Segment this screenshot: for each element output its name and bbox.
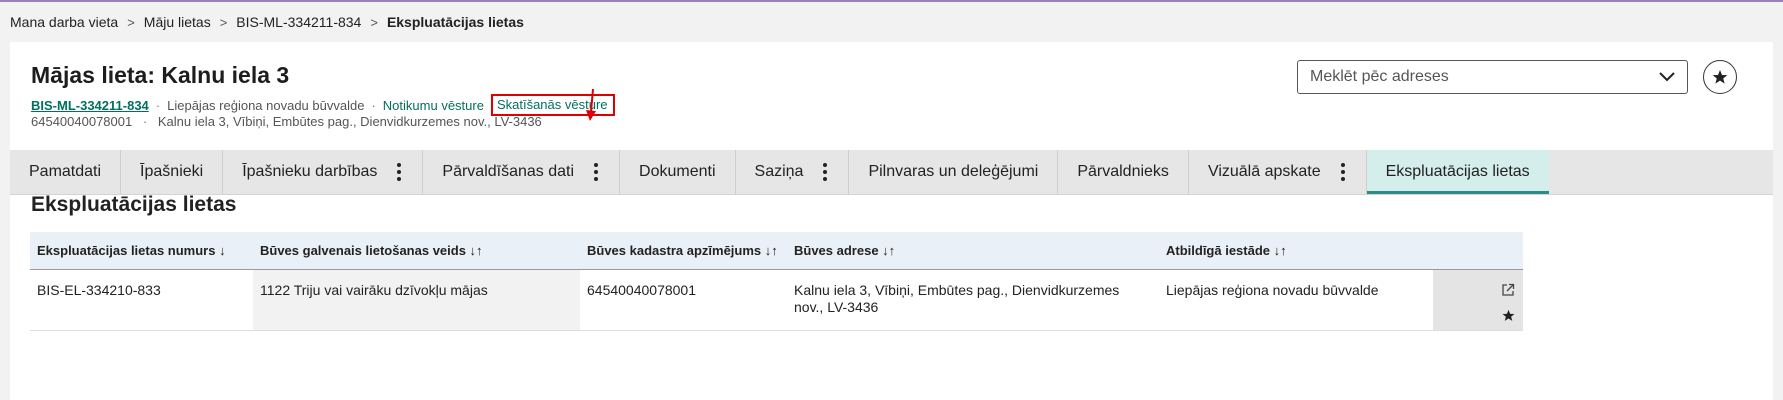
breadcrumb-item-case[interactable]: BIS-ML-334211-834 [236, 14, 361, 30]
case-meta-line: BIS-ML-334211-834 · Liepājas reģiona nov… [31, 94, 615, 116]
star-icon [1712, 70, 1728, 84]
event-history-link[interactable]: Notikumu vēsture [383, 98, 484, 113]
tab-parvaldnieks[interactable]: Pārvaldnieks [1058, 150, 1189, 194]
separator-dot: · [371, 97, 376, 113]
case-number-link[interactable]: BIS-ML-334211-834 [31, 98, 149, 113]
breadcrumb-item-workplace[interactable]: Mana darba vieta [10, 14, 118, 30]
chevron-right-icon: > [127, 14, 135, 30]
section-title: Ekspluatācijas lietas [31, 193, 237, 216]
address-text: Kalnu iela 3, Vībiņi, Embūtes pag., Dien… [157, 114, 542, 129]
cell-cadastre: 64540040078001 [587, 282, 697, 298]
column-header-usage-type[interactable]: Būves galvenais lietošanas veids ↓↑ [253, 243, 580, 258]
favorite-button[interactable] [1703, 60, 1737, 94]
tab-sazina[interactable]: Saziņa [736, 150, 850, 194]
breadcrumb-item-current: Ekspluatācijas lietas [386, 14, 524, 30]
tab-pilnvaras[interactable]: Pilnvaras un deleģējumi [849, 150, 1059, 194]
external-link-icon[interactable] [1501, 283, 1515, 297]
more-vertical-icon[interactable] [1339, 163, 1347, 181]
cadastre-number: 64540040078001 [31, 114, 133, 129]
more-vertical-icon[interactable] [821, 163, 829, 181]
tab-label: Īpašnieki [140, 163, 204, 180]
tab-ekspluatacijas-lietas[interactable]: Ekspluatācijas lietas [1366, 150, 1549, 194]
cell-usage-type: 1122 Triju vai vairāku dzīvokļu mājas [253, 270, 580, 330]
tab-label: Saziņa [754, 163, 804, 180]
breadcrumb: Mana darba vieta > Māju lietas > BIS-ML-… [10, 13, 524, 31]
tab-pamatdati[interactable]: Pamatdati [10, 150, 122, 194]
column-header-case-number[interactable]: Ekspluatācijas lietas numurs ↓ [30, 243, 253, 258]
tab-label: Pārvaldīšanas dati [442, 163, 575, 180]
top-accent-line [0, 0, 1783, 2]
column-header-cadastre[interactable]: Būves kadastra apzīmējums ↓↑ [580, 243, 787, 258]
chevron-right-icon: > [219, 14, 228, 30]
breadcrumb-item-house-cases[interactable]: Māju lietas [144, 14, 211, 30]
tab-parvaldisanas-dati[interactable]: Pārvaldīšanas dati [423, 150, 621, 194]
annotation-arrow-icon [586, 88, 596, 121]
cell-case-number: BIS-EL-334210-833 [37, 282, 161, 298]
tab-label: Dokumenti [639, 163, 716, 180]
authority-text: Liepājas reģiona novadu būvvalde [167, 97, 365, 113]
tab-label: Īpašnieku darbības [242, 163, 378, 180]
tab-ipasnieki[interactable]: Īpašnieki [121, 150, 224, 194]
column-header-authority[interactable]: Atbildīgā iestāde ↓↑ [1159, 243, 1433, 258]
tab-bar: Pamatdati Īpašnieki Īpašnieku darbības P… [10, 150, 1773, 195]
address-line: 64540040078001 · Kalnu iela 3, Vībiņi, E… [31, 114, 542, 129]
tab-label: Ekspluatācijas lietas [1385, 163, 1530, 180]
tab-vizuala-apskate[interactable]: Vizuālā apskate [1189, 150, 1367, 194]
more-vertical-icon[interactable] [395, 163, 403, 181]
cell-authority: Liepājas reģiona novadu būvvalde [1166, 282, 1379, 298]
more-vertical-icon[interactable] [592, 163, 600, 181]
chevron-right-icon: > [370, 14, 378, 30]
table-row[interactable]: BIS-EL-334210-833 1122 Triju vai vairāku… [30, 270, 1523, 331]
table-header: Ekspluatācijas lietas numurs ↓ Būves gal… [30, 232, 1523, 270]
cell-address: Kalnu iela 3, Vībiņi, Embūtes pag., Dien… [794, 282, 1120, 315]
star-icon[interactable] [1502, 309, 1515, 322]
tab-label: Pamatdati [29, 163, 102, 180]
tab-label: Vizuālā apskate [1207, 163, 1321, 180]
row-actions [1433, 270, 1523, 330]
main-card: Mājas lieta: Kalnu iela 3 BIS-ML-334211-… [10, 42, 1773, 400]
column-header-address[interactable]: Būves adrese ↓↑ [787, 243, 1159, 258]
search-input[interactable] [1310, 68, 1659, 86]
tab-ipasnieku-darbibas[interactable]: Īpašnieku darbības [223, 150, 424, 194]
chevron-down-icon[interactable] [1659, 72, 1675, 82]
tab-dokumenti[interactable]: Dokumenti [620, 150, 736, 194]
separator-dot: · [142, 114, 148, 129]
separator-dot: · [155, 97, 161, 113]
page-title: Mājas lieta: Kalnu iela 3 [31, 62, 290, 88]
tab-label: Pārvaldnieks [1077, 163, 1169, 180]
operation-cases-table: Ekspluatācijas lietas numurs ↓ Būves gal… [30, 232, 1523, 331]
address-search-select[interactable] [1297, 60, 1688, 94]
tab-label: Pilnvaras un deleģējumi [868, 163, 1039, 180]
